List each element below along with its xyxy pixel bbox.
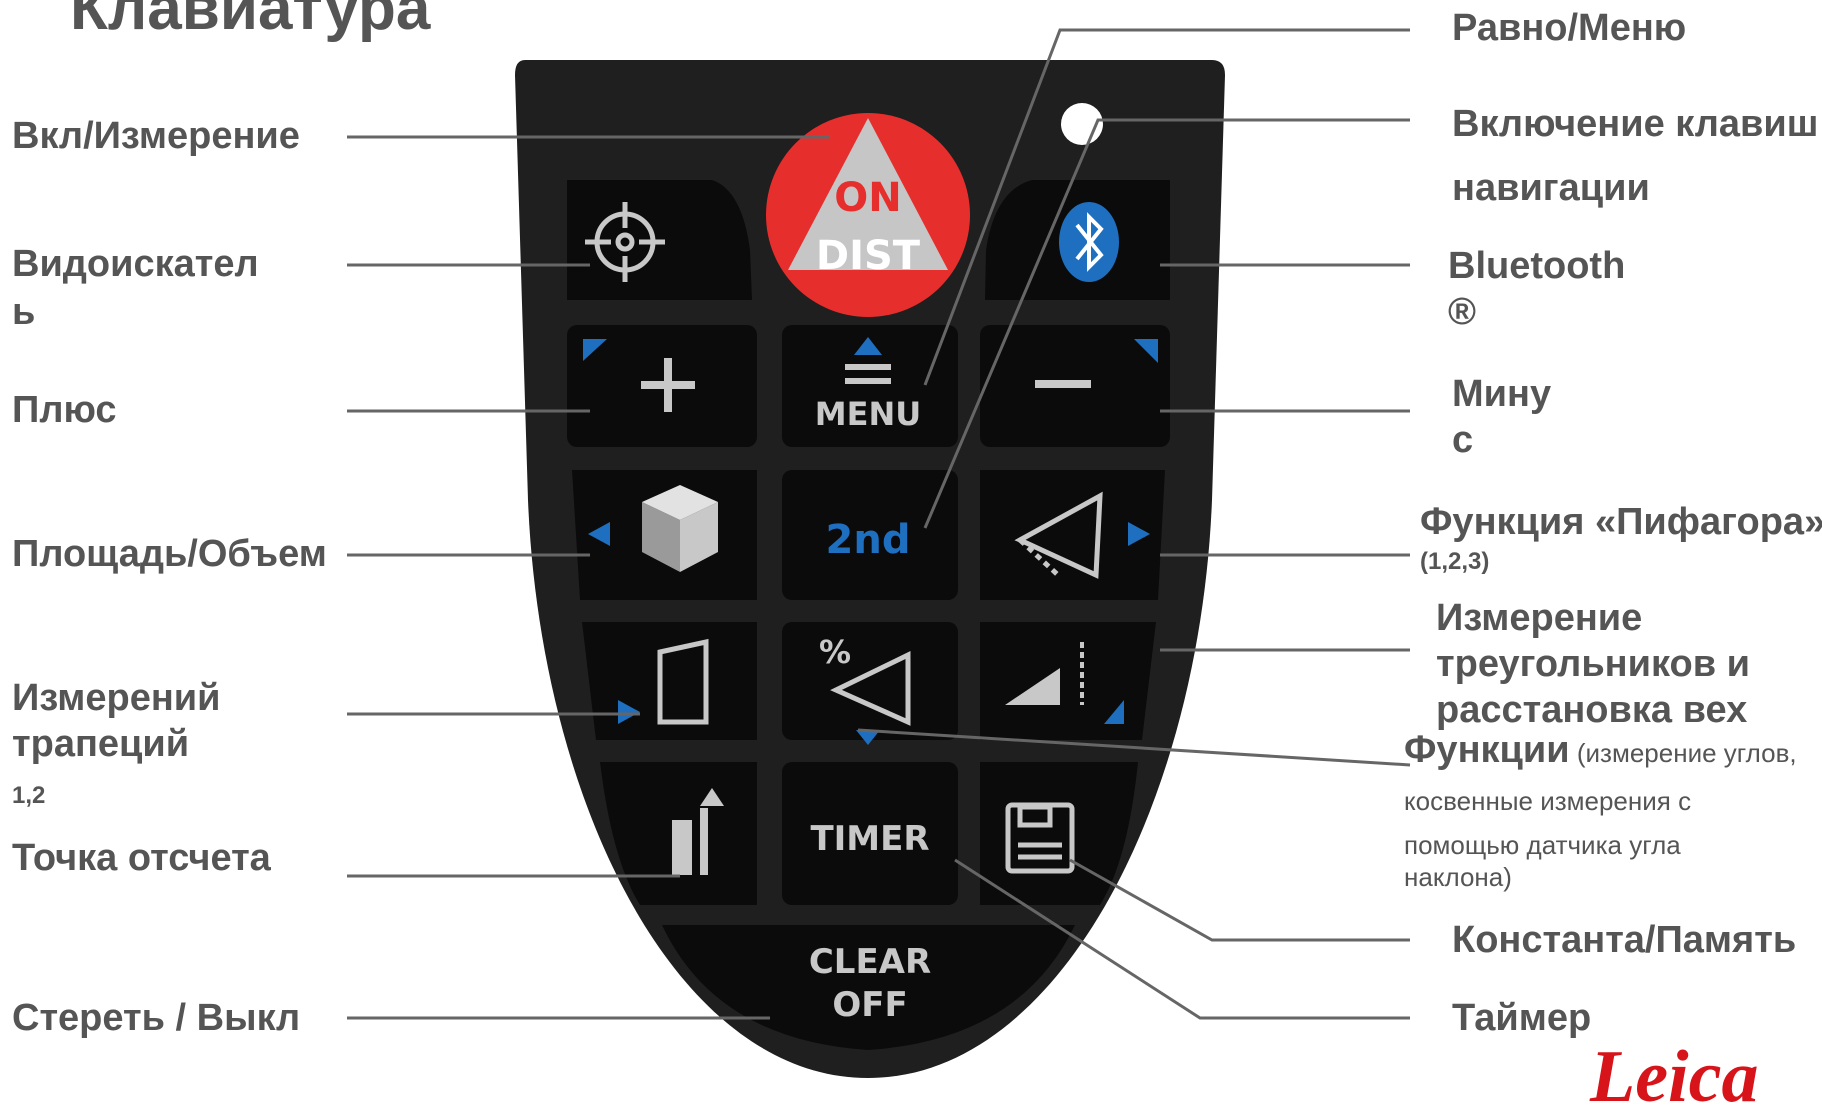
key-angle [782,622,958,740]
key-percent-text[interactable]: % [818,636,852,668]
label-trapezoid-cont: трапеций [12,723,190,765]
keypad-diagram: Клавиатура ON DIST MENU 2nd % TIMER CLEA… [0,0,1822,1114]
label-trapezoid: Измерений [12,677,221,719]
label-on-dist: Вкл/Измерение [12,115,300,157]
label-triangle-cont-2: расстановка вех [1436,689,1748,731]
leica-logo: Leica [1590,1036,1759,1118]
label-nav: Включение клавиш [1452,103,1819,145]
label-clear-off: Стереть / Выкл [12,997,301,1039]
bluetooth-icon [1059,202,1119,282]
label-functions-text-1: (измерение углов, [1569,738,1797,768]
key-on-text[interactable]: ON [818,178,918,218]
label-bluetooth-mark: ® [1448,291,1476,333]
key-stakeout [980,622,1156,740]
key-second-text[interactable]: 2nd [808,520,928,560]
label-triangle: Измерение [1436,597,1643,639]
label-timer: Таймер [1452,997,1592,1039]
key-menu-text[interactable]: MENU [808,398,928,430]
label-nav-cont: навигации [1452,167,1650,209]
label-minus: Мину [1452,373,1552,415]
label-functions-text-4: наклона) [1404,862,1512,892]
label-minus-cont: с [1452,419,1474,461]
key-off-text[interactable]: OFF [792,988,948,1022]
label-triangle-cont-1: треугольников и [1436,643,1751,685]
label-functions-text-3: помощью датчика угла [1404,830,1681,860]
label-area-volume: Площадь/Объем [12,533,327,575]
label-viewfinder-cont: ь [12,291,36,333]
label-functions-text-2: косвенные измерения с [1404,786,1692,816]
minus-icon [1035,380,1091,388]
label-pythagoras: Функция «Пифагора» [1420,501,1822,543]
key-timer-text[interactable]: TIMER [792,822,948,856]
label-viewfinder: Видоискател [12,243,259,285]
label-functions: Функции (измерение углов, [1404,728,1797,773]
key-dist-text[interactable]: DIST [808,236,928,276]
label-plus: Плюс [12,389,117,431]
label-bluetooth: Bluetooth [1448,245,1626,287]
label-trapezoid-note: 1,2 [12,782,46,809]
key-clear-text[interactable]: CLEAR [792,945,948,979]
label-functions-bold: Функции [1404,729,1570,771]
label-equal-menu: Равно/Меню [1452,7,1687,49]
label-pythagoras-note: (1,2,3) [1420,548,1490,575]
label-reference: Точка отсчета [12,837,271,879]
label-constant-memory: Константа/Память [1452,919,1797,961]
